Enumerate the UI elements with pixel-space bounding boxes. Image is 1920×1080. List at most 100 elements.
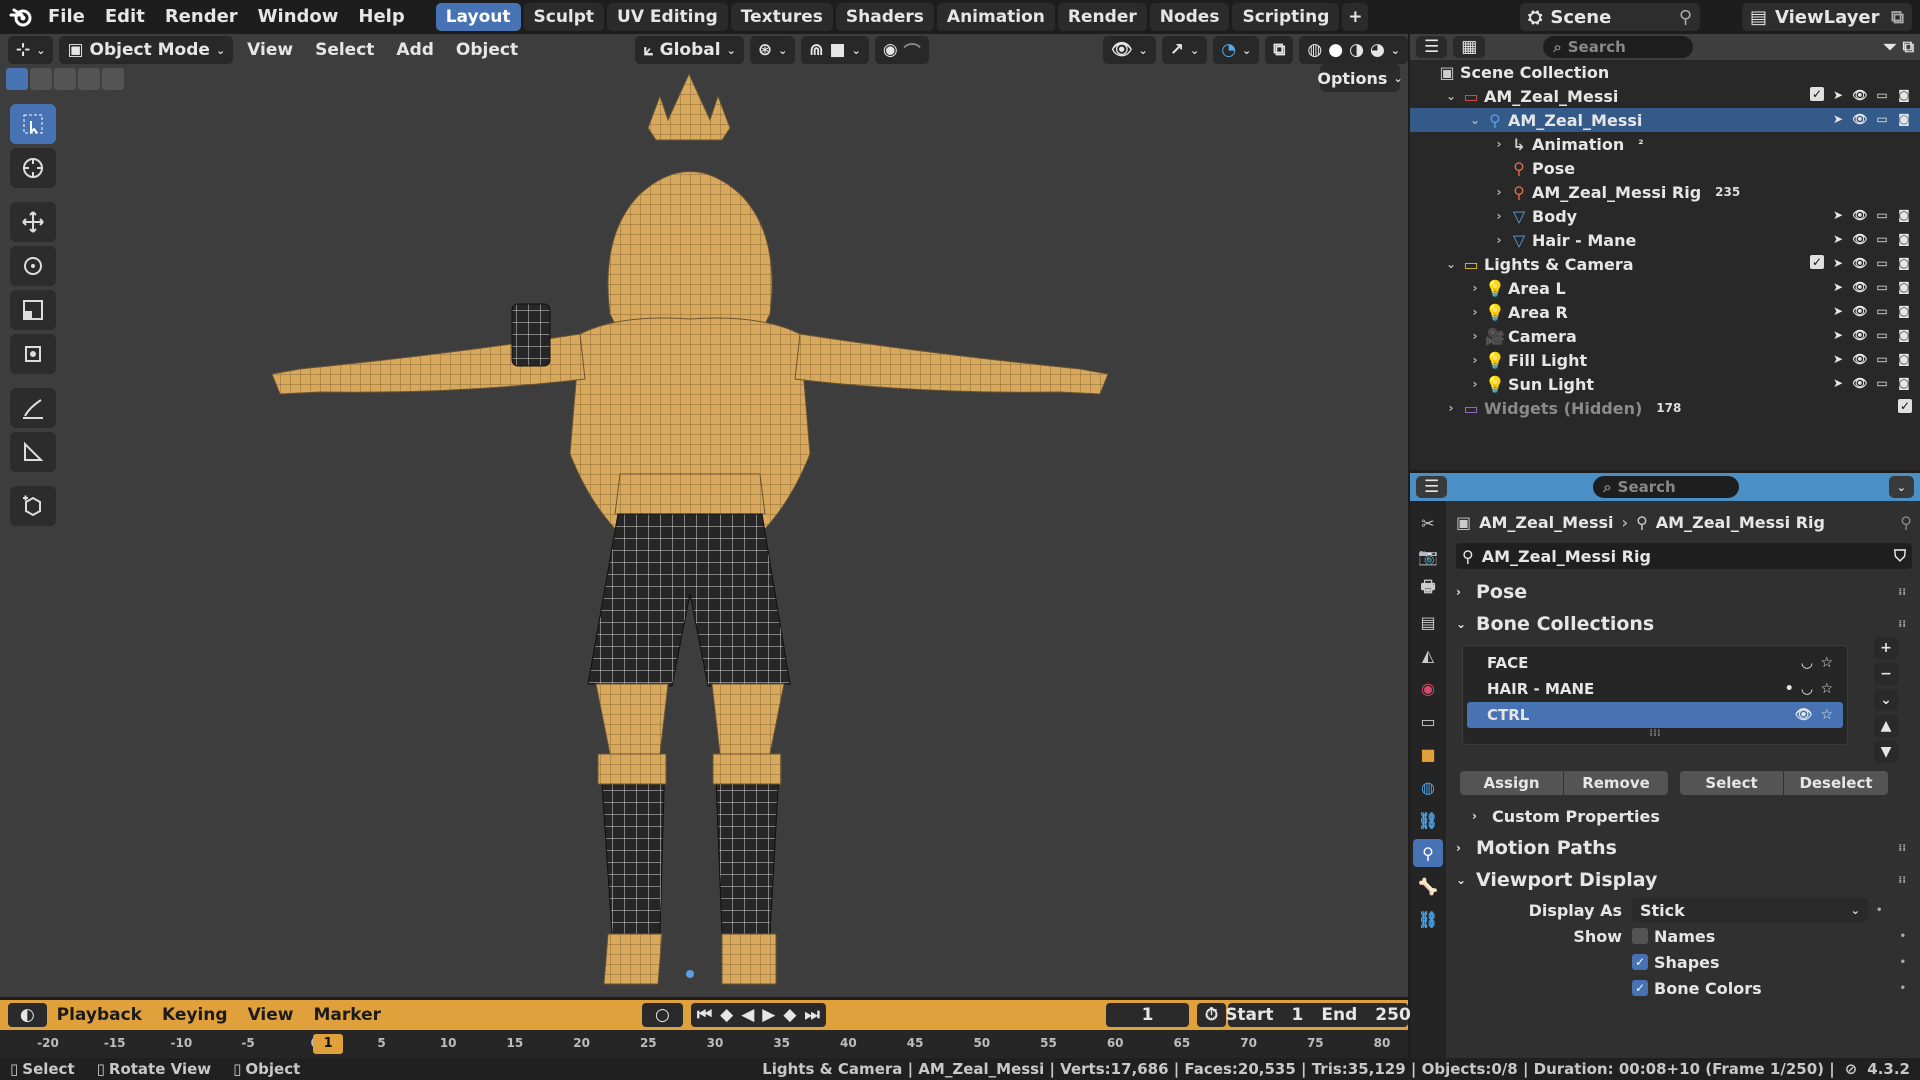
properties-search-input[interactable]: ⌕ Search xyxy=(1593,476,1740,498)
tab-sculpt[interactable]: Sculpt xyxy=(523,3,605,31)
character-wireframe-model[interactable] xyxy=(0,34,1408,997)
subpanel-custom-properties-header[interactable]: › Custom Properties xyxy=(1456,801,1912,831)
new-collection-icon[interactable]: ⧉ xyxy=(1903,37,1914,57)
outliner-row[interactable]: › 💡 Area L ➤ 👁 ▭ ◙ xyxy=(1410,276,1920,300)
selectable-arrow-icon[interactable]: ➤ xyxy=(1830,87,1846,103)
jump-start-icon[interactable]: ⏮ xyxy=(697,1005,712,1025)
render-camera-icon[interactable]: ◙ xyxy=(1896,87,1912,103)
outliner-row[interactable]: › ↳ Animation ² xyxy=(1410,132,1920,156)
selectable-arrow-icon[interactable]: ➤ xyxy=(1830,327,1846,343)
eye-icon[interactable]: 👁 xyxy=(1852,303,1868,319)
remove-button[interactable]: Remove xyxy=(1564,771,1668,795)
monitor-icon[interactable]: ▭ xyxy=(1874,303,1890,319)
chevron-right-icon[interactable]: › xyxy=(1468,305,1482,319)
timeline-menu-playback[interactable]: Playback xyxy=(47,1005,152,1025)
pin-icon[interactable]: ⚲ xyxy=(1679,7,1692,28)
shading-modes[interactable]: ◍ ● ◑ ◕ ⌄ xyxy=(1299,36,1408,64)
current-frame-field[interactable]: 1 xyxy=(1105,1003,1190,1027)
scene-tab-icon[interactable]: ◭ xyxy=(1413,641,1443,669)
fake-user-shield-icon[interactable]: ⛉ xyxy=(1894,546,1906,566)
monitor-icon[interactable]: ▭ xyxy=(1874,231,1890,247)
outliner-row[interactable]: › ⚲ AM_Zeal_Messi Rig 235 xyxy=(1410,180,1920,204)
outliner-row[interactable]: › 💡 Fill Light ➤ 👁 ▭ ◙ xyxy=(1410,348,1920,372)
show-bone-colors-checkbox[interactable]: ✓ xyxy=(1632,980,1648,996)
current-frame-indicator[interactable]: 1 xyxy=(313,1034,344,1054)
add-collection-button[interactable]: + xyxy=(1874,637,1898,659)
selectable-arrow-icon[interactable]: ➤ xyxy=(1830,255,1846,271)
physics-tab-icon[interactable]: ◍ xyxy=(1413,773,1443,801)
mode-dropdown[interactable]: ▣ Object Mode ⌄ xyxy=(59,36,234,64)
transform-tool-icon[interactable] xyxy=(10,334,56,374)
snap-dropdown[interactable]: ⋒ ■ ⌄ xyxy=(801,36,869,64)
render-camera-icon[interactable]: ◙ xyxy=(1896,255,1912,271)
transform-orientation-dropdown[interactable]: ⟀ Global ⌄ xyxy=(635,36,744,64)
bone-tab-icon[interactable]: 🦴 xyxy=(1413,872,1443,900)
blender-logo-icon[interactable] xyxy=(4,0,38,34)
material-shading-icon[interactable]: ◑ xyxy=(1349,40,1364,60)
exclude-checkbox-icon[interactable]: ✓ xyxy=(1810,255,1824,269)
selectable-arrow-icon[interactable]: ➤ xyxy=(1830,279,1846,295)
select-new-icon[interactable] xyxy=(6,68,28,90)
stopwatch-icon[interactable]: ⏱ xyxy=(1197,1003,1226,1027)
render-camera-icon[interactable]: ◙ xyxy=(1896,351,1912,367)
menu-window[interactable]: Window xyxy=(248,0,349,34)
rotate-tool-icon[interactable] xyxy=(10,246,56,286)
display-mode-dropdown[interactable]: ▦ xyxy=(1453,36,1486,58)
data-name-field[interactable]: ⚲ AM_Zeal_Messi Rig ⛉ xyxy=(1456,543,1912,569)
render-camera-icon[interactable]: ◙ xyxy=(1896,279,1912,295)
eye-icon[interactable]: 👁 xyxy=(1852,255,1868,271)
panel-pose-header[interactable]: › Pose ⁞⁞ xyxy=(1456,577,1912,607)
outliner-editor-type-button[interactable]: ☰ xyxy=(1416,36,1448,58)
star-icon[interactable]: ☆ xyxy=(1820,655,1833,671)
monitor-icon[interactable]: ▭ xyxy=(1874,279,1890,295)
panel-bone-collections-header[interactable]: ⌄ Bone Collections ⁞⁞ xyxy=(1456,609,1912,639)
viewport-menu-select[interactable]: Select xyxy=(307,40,382,60)
render-camera-icon[interactable]: ◙ xyxy=(1896,375,1912,391)
monitor-icon[interactable]: ▭ xyxy=(1874,327,1890,343)
selectable-arrow-icon[interactable]: ➤ xyxy=(1830,351,1846,367)
tab-uv-editing[interactable]: UV Editing xyxy=(607,3,728,31)
tab-scripting[interactable]: Scripting xyxy=(1232,3,1340,31)
eye-icon[interactable]: 👁 xyxy=(1852,207,1868,223)
chevron-down-icon[interactable]: ⌄ xyxy=(1468,113,1482,127)
outliner-row[interactable]: ⚲ Pose xyxy=(1410,156,1920,180)
add-cube-tool-icon[interactable] xyxy=(10,486,56,526)
select-box-tool-icon[interactable] xyxy=(10,104,56,144)
exclude-checkbox-icon[interactable]: ✓ xyxy=(1898,399,1912,413)
chevron-right-icon[interactable]: › xyxy=(1444,401,1458,415)
list-item-selected[interactable]: CTRL 👁 ☆ xyxy=(1467,702,1843,728)
properties-options-dropdown[interactable]: ⌄ xyxy=(1888,476,1914,498)
outliner-row[interactable]: ⌄ ⚲ AM_Zeal_Messi ➤ 👁 ▭ ◙ xyxy=(1410,108,1920,132)
eye-icon[interactable]: 👁 xyxy=(1852,231,1868,247)
star-icon[interactable]: ☆ xyxy=(1820,681,1833,697)
tab-animation[interactable]: Animation xyxy=(936,3,1055,31)
options-button[interactable]: Options ⌄ xyxy=(1317,64,1403,92)
gizmo-dropdown[interactable]: ↗ ⌄ xyxy=(1161,36,1208,64)
tab-render[interactable]: Render xyxy=(1057,3,1147,31)
chevron-right-icon[interactable]: › xyxy=(1492,233,1506,247)
outliner-scene-collection[interactable]: ▣ Scene Collection xyxy=(1410,60,1920,84)
wireframe-shading-icon[interactable]: ◍ xyxy=(1307,40,1322,60)
deselect-button[interactable]: Deselect xyxy=(1784,771,1888,795)
chevron-down-icon[interactable]: ⌄ xyxy=(1444,257,1458,271)
monitor-icon[interactable]: ▭ xyxy=(1874,255,1890,271)
menu-edit[interactable]: Edit xyxy=(95,0,155,34)
eye-icon[interactable]: 👁 xyxy=(1852,279,1868,295)
play-reverse-icon[interactable]: ◀ xyxy=(741,1005,754,1025)
viewport-menu-object[interactable]: Object xyxy=(448,40,526,60)
3d-viewport[interactable]: ⊹ ⌄ ▣ Object Mode ⌄ View Select Add Objec… xyxy=(0,34,1408,997)
scale-tool-icon[interactable] xyxy=(10,290,56,330)
outliner-row[interactable]: › ▽ Body ➤ 👁 ▭ ◙ xyxy=(1410,204,1920,228)
selectable-arrow-icon[interactable]: ➤ xyxy=(1830,207,1846,223)
constraints-tab-icon[interactable]: ⛓ xyxy=(1413,806,1443,834)
bone-constraints-tab-icon[interactable]: ⛓ xyxy=(1413,905,1443,933)
outliner-search-input[interactable]: ⌕ Search xyxy=(1543,36,1694,58)
hidden-eye-icon[interactable]: ◡ xyxy=(1802,681,1813,697)
pin-icon[interactable]: ⚲ xyxy=(1900,513,1912,532)
armature-data-tab-icon[interactable]: ⚲ xyxy=(1413,839,1443,867)
monitor-icon[interactable]: ▭ xyxy=(1874,375,1890,391)
menu-file[interactable]: File xyxy=(38,0,95,34)
object-tab-icon[interactable]: ■ xyxy=(1413,740,1443,768)
jump-end-icon[interactable]: ⏭ xyxy=(804,1005,819,1025)
exclude-checkbox-icon[interactable]: ✓ xyxy=(1810,87,1824,101)
